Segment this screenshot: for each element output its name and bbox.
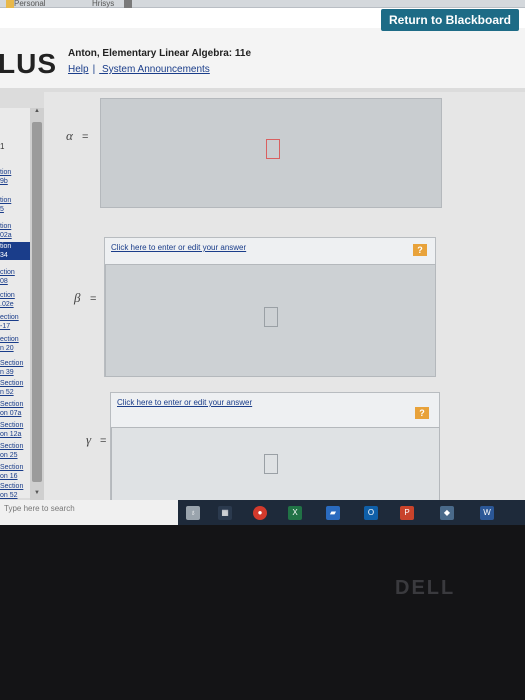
sidebar-item[interactable]: Section bbox=[0, 421, 30, 430]
beta-edit-answer-link[interactable]: Click here to enter or edit your answer bbox=[111, 243, 246, 252]
beta-answer-placeholder[interactable] bbox=[264, 307, 278, 327]
gamma-help-icon[interactable]: ? bbox=[415, 407, 429, 419]
sidebar-item[interactable]: tion bbox=[0, 222, 30, 231]
gamma-answer-area[interactable] bbox=[111, 427, 440, 505]
sidebar-item[interactable]: on 07a bbox=[0, 409, 30, 418]
assignment-sidebar: 1 tion 9b tion 5 tion 02a tion 34 ction … bbox=[0, 108, 30, 500]
sidebar-item-active[interactable]: tion bbox=[0, 242, 30, 251]
sidebar-item[interactable]: tion bbox=[0, 168, 30, 177]
equals-sign: = bbox=[82, 131, 89, 143]
chrome-icon[interactable]: ● bbox=[253, 506, 267, 520]
taskbar-search-input[interactable]: Type here to search bbox=[0, 500, 178, 525]
beta-entry-panel: Click here to enter or edit your answer … bbox=[104, 237, 436, 377]
link-separator: | bbox=[92, 64, 96, 75]
sidebar-item[interactable]: tion bbox=[0, 196, 30, 205]
scroll-down-icon[interactable]: ▼ bbox=[32, 490, 42, 500]
sidebar-item[interactable]: on 12a bbox=[0, 430, 30, 439]
sidebar-item[interactable]: 5 bbox=[0, 205, 30, 214]
browser-tab-strip: Personal Hrisys bbox=[0, 0, 525, 8]
return-to-blackboard-button[interactable]: Return to Blackboard bbox=[380, 9, 519, 31]
scroll-up-icon[interactable]: ▲ bbox=[32, 108, 42, 118]
header-links: Help | System Announcements bbox=[68, 64, 214, 75]
sidebar-item[interactable]: Section bbox=[0, 359, 30, 368]
unknown-app-icon[interactable]: ◆ bbox=[440, 506, 454, 520]
store-icon[interactable]: ▰ bbox=[326, 506, 340, 520]
question-panel: α = Click here to enter or edit your ans… bbox=[44, 92, 525, 505]
sidebar-item[interactable]: Section bbox=[0, 463, 30, 472]
personal-profile-icon bbox=[6, 0, 14, 8]
sidebar-item[interactable]: ction bbox=[0, 291, 30, 300]
tab-hrisys[interactable]: Hrisys bbox=[92, 0, 114, 8]
sidebar-item[interactable]: Section bbox=[0, 482, 30, 491]
sidebar-item[interactable]: n 52 bbox=[0, 388, 30, 397]
sidebar-item[interactable]: 02a bbox=[0, 231, 30, 240]
sidebar-item[interactable]: 9b bbox=[0, 177, 30, 186]
powerpoint-icon[interactable]: P bbox=[400, 506, 414, 520]
sidebar-item[interactable]: Section bbox=[0, 400, 30, 409]
sidebar-item[interactable]: n 20 bbox=[0, 344, 30, 353]
tab-personal[interactable]: Personal bbox=[14, 0, 46, 8]
word-icon[interactable]: W bbox=[480, 506, 494, 520]
sidebar-scrollbar[interactable]: ▲ ▼ bbox=[30, 108, 44, 500]
screen: Personal Hrisys Return to Blackboard LUS… bbox=[0, 0, 525, 525]
sidebar-item[interactable]: on 16 bbox=[0, 472, 30, 481]
task-view-icon[interactable]: ▦ bbox=[218, 506, 232, 520]
tab-favicon-icon bbox=[124, 0, 132, 8]
sidebar-item[interactable]: -17 bbox=[0, 322, 30, 331]
excel-icon[interactable]: X bbox=[288, 506, 302, 520]
help-link[interactable]: Help bbox=[68, 64, 89, 75]
sidebar-item[interactable]: .02e bbox=[0, 300, 30, 309]
equals-sign: = bbox=[100, 435, 107, 447]
gamma-edit-answer-link[interactable]: Click here to enter or edit your answer bbox=[117, 398, 252, 407]
scrollbar-thumb[interactable] bbox=[32, 122, 42, 482]
windows-taskbar: Type here to search ♁ ▦ ● X ▰ O P ◆ W bbox=[0, 500, 525, 525]
equals-sign: = bbox=[90, 293, 97, 305]
gamma-answer-placeholder[interactable] bbox=[264, 454, 278, 474]
beta-answer-area[interactable] bbox=[105, 264, 436, 377]
laptop-bezel: DELL bbox=[0, 525, 525, 700]
sidebar-item[interactable]: on 52 bbox=[0, 491, 30, 500]
sidebar-item[interactable]: Section bbox=[0, 442, 30, 451]
wileyplus-logo: LUS bbox=[0, 48, 57, 79]
book-title: Anton, Elementary Linear Algebra: 11e bbox=[68, 48, 252, 59]
page-header: Return to Blackboard LUS Anton, Elementa… bbox=[0, 8, 525, 88]
sidebar-item[interactable]: on 25 bbox=[0, 451, 30, 460]
alpha-symbol: α bbox=[66, 128, 73, 143]
dell-logo: DELL bbox=[395, 577, 456, 599]
gamma-entry-panel: Click here to enter or edit your answer … bbox=[110, 392, 440, 505]
sidebar-item[interactable]: ction bbox=[0, 268, 30, 277]
sidebar-item[interactable]: 08 bbox=[0, 277, 30, 286]
alpha-answer-placeholder[interactable] bbox=[266, 139, 280, 159]
beta-symbol: β bbox=[74, 290, 81, 305]
sidebar-item[interactable]: n 39 bbox=[0, 368, 30, 377]
beta-help-icon[interactable]: ? bbox=[413, 244, 427, 256]
sidebar-item[interactable]: 1 bbox=[0, 142, 30, 151]
gamma-symbol: γ bbox=[86, 432, 92, 447]
sidebar-item-active[interactable]: 34 bbox=[0, 251, 30, 260]
sidebar-item[interactable]: Section bbox=[0, 379, 30, 388]
sidebar-item[interactable]: ection bbox=[0, 335, 30, 344]
sidebar-item[interactable]: ection bbox=[0, 313, 30, 322]
outlook-icon[interactable]: O bbox=[364, 506, 378, 520]
microphone-icon[interactable]: ♁ bbox=[186, 506, 200, 520]
system-announcements-link[interactable]: System Announcements bbox=[102, 64, 210, 75]
alpha-answer-area[interactable] bbox=[100, 98, 442, 208]
